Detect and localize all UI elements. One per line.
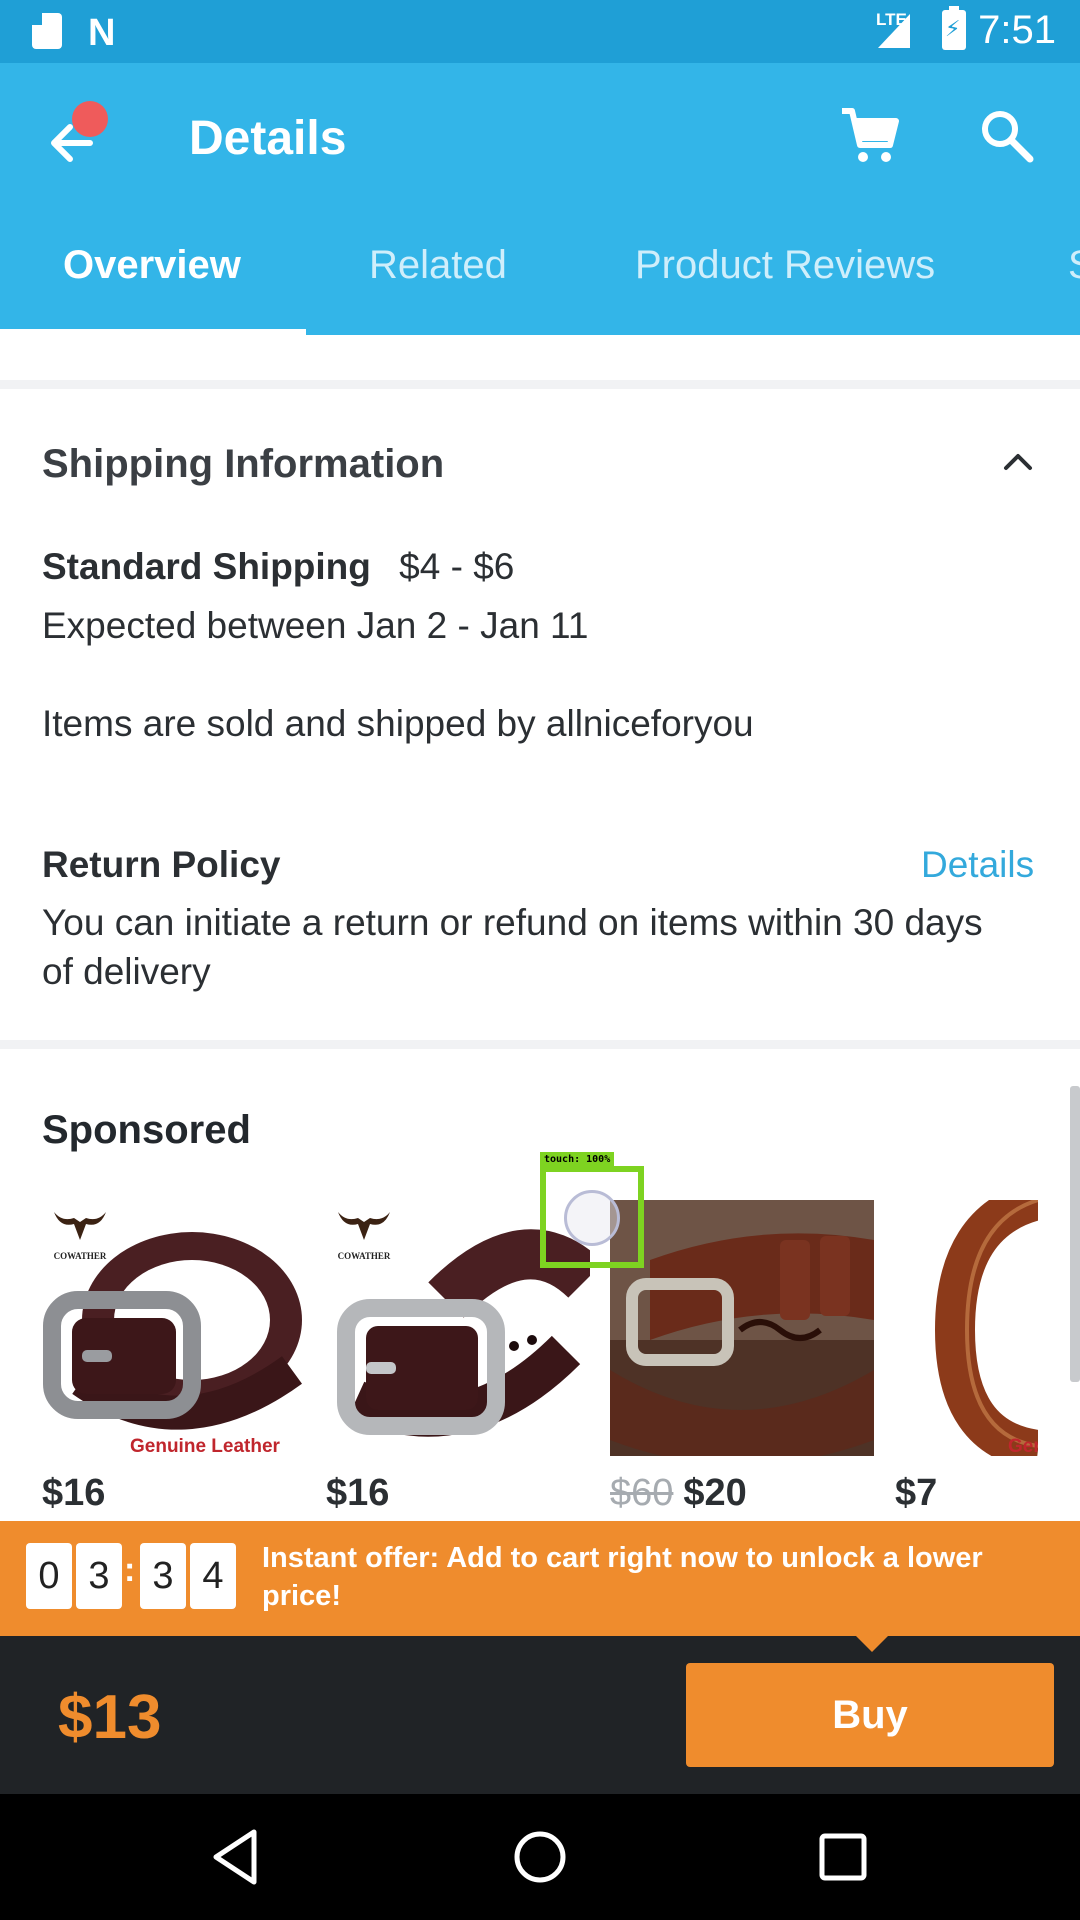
- standard-shipping-price: $4 - $6: [399, 546, 515, 587]
- product-image: [610, 1200, 874, 1456]
- return-policy-line1: You can initiate a return or refund on i…: [42, 902, 983, 943]
- status-bar: N LTE 7:51: [0, 0, 1080, 63]
- standard-shipping-row: Standard Shipping $4 - $6: [42, 546, 514, 588]
- product-price: $7: [895, 1472, 938, 1510]
- buy-bar: $13 Buy: [0, 1636, 1080, 1794]
- product-image: COWATHER Genuine Leather: [42, 1200, 306, 1456]
- genuine-leather-label: Genuine Leather: [130, 1436, 280, 1456]
- product-price: $16: [326, 1472, 390, 1514]
- nav-home-icon[interactable]: [507, 1824, 573, 1890]
- section-divider: [0, 380, 1080, 389]
- countdown-digit: 0: [26, 1543, 72, 1609]
- chevron-up-icon[interactable]: [1000, 450, 1036, 474]
- sponsored-product[interactable]: COWATHER Genuine Leather $16: [42, 1200, 306, 1514]
- scrollbar[interactable]: [1070, 1086, 1080, 1382]
- buy-button[interactable]: Buy: [686, 1663, 1054, 1767]
- shipping-title: Shipping Information: [42, 442, 445, 486]
- return-policy-line2: of delivery: [42, 951, 211, 992]
- product-price-row: $60 $20: [610, 1472, 747, 1515]
- page-title: Details: [189, 112, 347, 165]
- cart-icon: [842, 108, 899, 162]
- expected-delivery: Expected between Jan 2 - Jan 11: [42, 605, 589, 646]
- touch-point: [564, 1190, 620, 1246]
- sd-card-icon: [32, 13, 62, 49]
- search-icon: [982, 111, 1034, 163]
- countdown-digit: 4: [190, 1543, 236, 1609]
- return-policy-details-link[interactable]: Details: [921, 844, 1034, 886]
- bull-logo-icon: [54, 1212, 106, 1240]
- countdown-separator: :: [124, 1551, 136, 1589]
- nav-recents-icon[interactable]: [810, 1824, 876, 1890]
- tab-overview[interactable]: Overview: [63, 243, 241, 335]
- system-nav-bar: [0, 1794, 1080, 1920]
- app-bar: Details Overview Related Product Reviews…: [0, 63, 1080, 335]
- product-image: Ger: [895, 1200, 1038, 1456]
- standard-shipping-label: Standard Shipping: [42, 546, 371, 587]
- cart-button[interactable]: [838, 105, 900, 167]
- search-button[interactable]: [978, 107, 1036, 165]
- sponsored-product[interactable]: Ger $7: [895, 1200, 1038, 1510]
- nav-back-icon[interactable]: [204, 1824, 270, 1890]
- tab-related[interactable]: Related: [369, 243, 507, 335]
- active-tab-indicator: [0, 329, 306, 335]
- sponsored-product[interactable]: $60 $20: [610, 1200, 874, 1514]
- product-price: $16: [42, 1472, 106, 1514]
- product-total-price: $13: [58, 1683, 162, 1752]
- belt-image: [610, 1200, 874, 1456]
- instant-offer-text: Instant offer: Add to cart right now to …: [262, 1542, 983, 1612]
- genuine-leather-label: Ger: [1008, 1436, 1038, 1456]
- touch-indicator-label: touch: 100%: [540, 1152, 615, 1167]
- tab-more[interactable]: S: [1068, 243, 1080, 335]
- product-price: $20: [683, 1472, 747, 1514]
- return-policy-title: Return Policy: [42, 844, 281, 885]
- notification-n-icon: N: [88, 12, 116, 54]
- tab-product-reviews[interactable]: Product Reviews: [635, 243, 935, 335]
- notification-dot: [72, 101, 108, 137]
- countdown-digit: 3: [76, 1543, 122, 1609]
- battery-charging-icon: [942, 6, 966, 50]
- sold-by: Items are sold and shipped by allnicefor…: [42, 703, 754, 744]
- brand-name: COWATHER: [337, 1251, 391, 1261]
- tab-bar: Overview Related Product Reviews S: [0, 243, 1080, 335]
- countdown-digit: 3: [140, 1543, 186, 1609]
- instant-offer-banner[interactable]: 0 3 : 3 4 Instant offer: Add to cart rig…: [0, 1521, 1080, 1636]
- bull-logo-icon: [338, 1212, 390, 1240]
- brand-logo: COWATHER: [334, 1206, 394, 1261]
- status-time: 7:51: [978, 8, 1056, 52]
- belt-image: [934, 1200, 1038, 1456]
- brand-name: COWATHER: [53, 1251, 107, 1261]
- brand-logo: COWATHER: [50, 1206, 110, 1261]
- sponsored-title: Sponsored: [42, 1108, 251, 1152]
- section-divider: [0, 1040, 1080, 1049]
- product-old-price: $60: [610, 1472, 674, 1514]
- offer-pointer: [856, 1636, 888, 1652]
- signal-icon: [878, 14, 910, 48]
